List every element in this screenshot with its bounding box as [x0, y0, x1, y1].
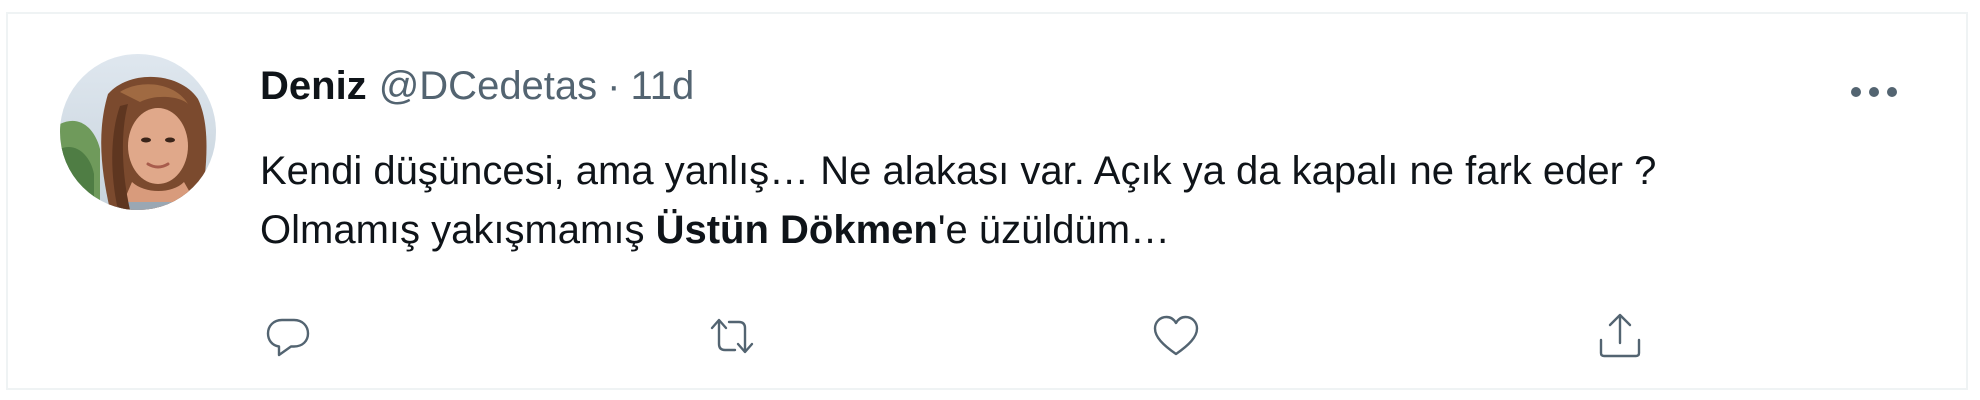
retweet-button[interactable] [702, 306, 762, 366]
tweet-text-suffix: 'e üzüldüm… [937, 208, 1171, 252]
tweet-text: Kendi düşüncesi, ama yanlış… Ne alakası … [260, 142, 1910, 260]
reply-bubble-icon [266, 318, 310, 357]
tweet-text-line-1: Kendi düşüncesi, ama yanlış… Ne alakası … [260, 149, 1657, 193]
tweet-timestamp[interactable]: 11d [631, 64, 695, 109]
reply-button[interactable] [258, 306, 318, 366]
tweet-text-line-2: Olmamış yakışmamış Üstün Dökmen'e üzüldü… [260, 201, 1910, 260]
tweet-text-prefix: Olmamış yakışmamış [260, 208, 656, 252]
header-separator: · [607, 64, 621, 108]
screenshot-frame: Deniz @DCedetas · 11d Kendi düşüncesi, a… [0, 0, 1980, 400]
author-display-name[interactable]: Deniz [260, 64, 367, 109]
author-handle[interactable]: @DCedetas [379, 64, 597, 109]
more-options-button[interactable] [1844, 72, 1904, 112]
avatar-image [60, 54, 216, 210]
more-horizontal-icon [1851, 87, 1897, 97]
retweet-icon [710, 318, 754, 354]
tweet-actions [8, 306, 1966, 366]
like-button[interactable] [1146, 306, 1206, 366]
share-button[interactable] [1590, 306, 1650, 366]
mentioned-name: Üstün Dökmen [655, 208, 938, 252]
tweet-header: Deniz @DCedetas · 11d [260, 64, 694, 118]
share-upload-icon [1599, 313, 1641, 358]
heart-icon [1153, 315, 1199, 356]
tweet-card[interactable]: Deniz @DCedetas · 11d Kendi düşüncesi, a… [6, 12, 1968, 390]
avatar[interactable] [60, 54, 216, 210]
